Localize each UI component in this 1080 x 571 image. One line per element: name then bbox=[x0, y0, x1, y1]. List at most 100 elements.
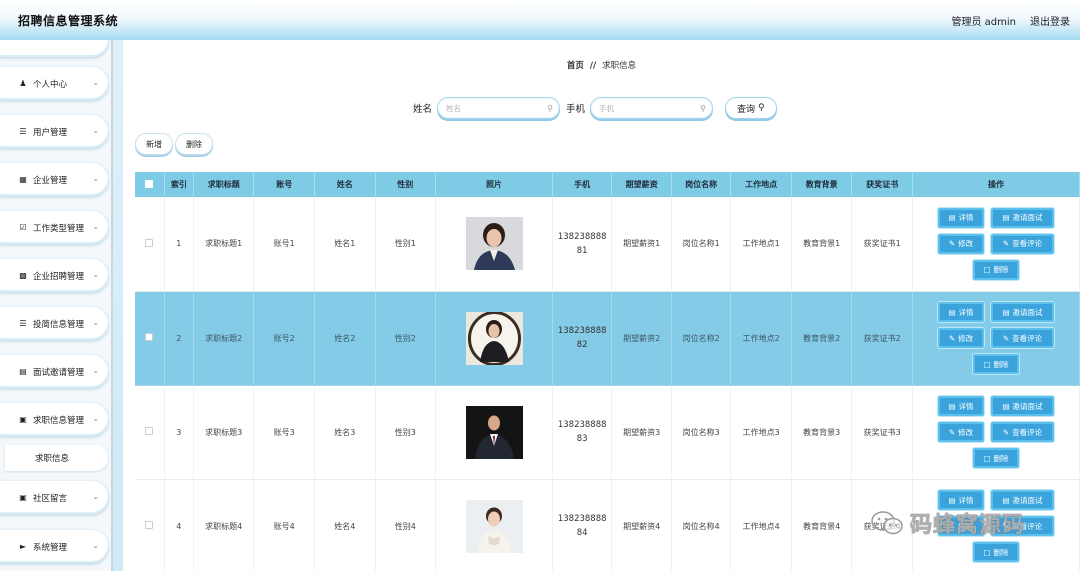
name-search-input[interactable] bbox=[446, 103, 548, 113]
edit-icon: ✎ bbox=[948, 239, 956, 249]
row-checkbox[interactable] bbox=[145, 521, 154, 529]
cell-position: 岗位名称4 bbox=[671, 479, 732, 571]
invite-label: 邀请面试 bbox=[1012, 213, 1043, 223]
submenu-label: 求职信息 bbox=[35, 454, 70, 464]
phone-search-input[interactable] bbox=[599, 103, 701, 113]
query-button[interactable]: 查询 ⚲ bbox=[725, 97, 777, 119]
chevron-down-icon: ⌄ bbox=[92, 78, 99, 87]
apps-icon: ▣ bbox=[19, 415, 27, 424]
table-row[interactable]: 1 求职标题1 账号1 姓名1 性别1 138238888 81 期望薪资1 岗… bbox=[135, 197, 1080, 292]
document-icon: ▤ bbox=[19, 367, 27, 376]
detail-button[interactable]: ▤ 详情 bbox=[937, 396, 984, 416]
row-select-cell[interactable] bbox=[135, 385, 165, 480]
checkbox-icon: ☑ bbox=[19, 223, 27, 232]
add-button[interactable]: 新增 bbox=[135, 133, 173, 155]
sidebar-item-label: 投简信息管理 bbox=[33, 319, 85, 330]
photo-thumbnail[interactable] bbox=[465, 405, 523, 459]
cell-account: 账号1 bbox=[253, 197, 315, 292]
header-select-all[interactable] bbox=[135, 172, 165, 197]
delete-label: 删除 bbox=[993, 547, 1009, 557]
sidebar-item-interview-management[interactable]: ▤ 面试邀请管理 ⌄ bbox=[0, 355, 108, 388]
invite-interview-button[interactable]: ▤ 邀请面试 bbox=[990, 207, 1054, 228]
cell-title: 求职标题3 bbox=[193, 385, 255, 480]
cell-position: 岗位名称2 bbox=[671, 291, 732, 386]
sidebar-item-recruitment-management[interactable]: ▩ 企业招聘管理 ⌄ bbox=[0, 259, 108, 292]
cell-position: 岗位名称3 bbox=[671, 385, 732, 480]
invite-interview-button[interactable]: ▤ 邀请面试 bbox=[990, 302, 1054, 322]
detail-button[interactable]: ▤ 详情 bbox=[937, 207, 984, 228]
video-icon: ► bbox=[19, 542, 27, 551]
column-header: 教育背景 bbox=[791, 172, 853, 197]
cell-index: 1 bbox=[164, 197, 194, 292]
sidebar-item-community[interactable]: ▣ 社区留言 ⌄ bbox=[0, 481, 108, 514]
cell-title: 求职标题4 bbox=[193, 479, 255, 571]
photo-thumbnail[interactable] bbox=[465, 311, 523, 365]
admin-label[interactable]: 管理员 admin bbox=[951, 13, 1016, 28]
edit-button[interactable]: ✎ 修改 bbox=[937, 233, 984, 254]
wechat-icon bbox=[871, 511, 903, 535]
edit-button[interactable]: ✎ 修改 bbox=[937, 422, 984, 442]
photo-thumbnail[interactable] bbox=[465, 499, 523, 553]
sidebar-item-label: 用户管理 bbox=[33, 127, 68, 138]
phone-label: 手机 bbox=[566, 104, 586, 115]
document-icon: ▤ bbox=[1002, 213, 1010, 223]
folder-icon: ▩ bbox=[19, 271, 27, 280]
detail-button[interactable]: ▤ 详情 bbox=[937, 302, 984, 322]
row-select-cell[interactable] bbox=[135, 479, 165, 571]
invite-interview-button[interactable]: ▤ 邀请面试 bbox=[990, 396, 1054, 416]
table-row[interactable]: 3 求职标题3 账号3 姓名3 性别3 138238888 83 期望薪资3 岗… bbox=[135, 385, 1080, 480]
edit-icon: ✎ bbox=[1002, 239, 1010, 249]
photo-thumbnail[interactable] bbox=[465, 217, 523, 271]
row-delete-button[interactable]: □ 删除 bbox=[972, 354, 1019, 374]
row-delete-button[interactable]: □ 删除 bbox=[972, 448, 1019, 468]
sidebar-item-job-type-management[interactable]: ☑ 工作类型管理 ⌄ bbox=[0, 211, 108, 244]
row-select-cell[interactable] bbox=[135, 291, 165, 386]
delete-button[interactable]: 删除 bbox=[175, 133, 213, 155]
row-checkbox[interactable] bbox=[145, 333, 154, 341]
breadcrumb-home[interactable]: 首页 bbox=[567, 61, 584, 71]
sidebar-item-user-management[interactable]: ☰ 用户管理 ⌄ bbox=[0, 115, 108, 148]
top-header: 招聘信息管理系统 管理员 admin 退出登录 bbox=[0, 0, 1080, 40]
cell-education: 教育背景3 bbox=[791, 385, 853, 480]
trash-icon: □ bbox=[983, 453, 991, 463]
document-icon: ▤ bbox=[1002, 401, 1010, 411]
delete-label: 删除 bbox=[993, 453, 1009, 463]
table-row[interactable]: 2 求职标题2 账号2 姓名2 性别2 138238888 82 期望薪资2 岗… bbox=[135, 291, 1080, 386]
view-comments-button[interactable]: ✎ 查看评论 bbox=[990, 422, 1054, 442]
sidebar-subitem-jobseeker-info[interactable]: 求职信息 bbox=[5, 445, 108, 471]
sidebar-item-jobseeker-management[interactable]: ▣ 求职信息管理 ⌄ bbox=[0, 403, 108, 436]
row-checkbox[interactable] bbox=[145, 427, 154, 435]
cell-education: 教育背景2 bbox=[791, 291, 853, 386]
cell-gender: 性别4 bbox=[375, 479, 437, 571]
row-checkbox[interactable] bbox=[145, 238, 154, 247]
cell-location: 工作地点3 bbox=[730, 385, 792, 480]
watermark: 码蜂窝源码 bbox=[870, 503, 1070, 543]
edit-button[interactable]: ✎ 修改 bbox=[937, 328, 984, 348]
cell-award: 获奖证书1 bbox=[851, 197, 913, 292]
trash-icon: □ bbox=[983, 359, 991, 369]
review-label: 查看评论 bbox=[1012, 239, 1043, 249]
cell-education: 教育背景4 bbox=[791, 479, 853, 571]
select-all-checkbox[interactable] bbox=[145, 179, 154, 188]
cell-gender: 性别2 bbox=[375, 291, 437, 386]
view-comments-button[interactable]: ✎ 查看评论 bbox=[990, 233, 1054, 254]
row-select-cell[interactable] bbox=[135, 197, 165, 292]
logout-link[interactable]: 退出登录 bbox=[1030, 13, 1070, 28]
cell-photo bbox=[435, 291, 553, 386]
sidebar-item-partial-top[interactable] bbox=[0, 40, 108, 57]
chevron-down-icon: ⌄ bbox=[92, 174, 99, 183]
view-comments-button[interactable]: ✎ 查看评论 bbox=[990, 328, 1054, 348]
row-delete-button[interactable]: □ 删除 bbox=[972, 259, 1019, 280]
cell-name: 姓名4 bbox=[314, 479, 376, 571]
sidebar-item-personal-center[interactable]: ♟ 个人中心 ⌄ bbox=[0, 67, 108, 100]
row-delete-button[interactable]: □ 删除 bbox=[972, 542, 1019, 562]
sidebar-item-system-management[interactable]: ► 系统管理 ⌄ bbox=[0, 530, 108, 563]
search-icon: ⚲ bbox=[547, 103, 554, 113]
cell-index: 4 bbox=[164, 479, 194, 571]
sidebar-item-company-management[interactable]: ▦ 企业管理 ⌄ bbox=[0, 163, 108, 196]
chevron-down-icon: ⌄ bbox=[92, 318, 99, 327]
cell-photo bbox=[435, 479, 553, 571]
column-header: 照片 bbox=[435, 172, 553, 197]
cell-salary: 期望薪资2 bbox=[611, 291, 672, 386]
sidebar-item-resume-management[interactable]: ☰ 投简信息管理 ⌄ bbox=[0, 307, 108, 340]
